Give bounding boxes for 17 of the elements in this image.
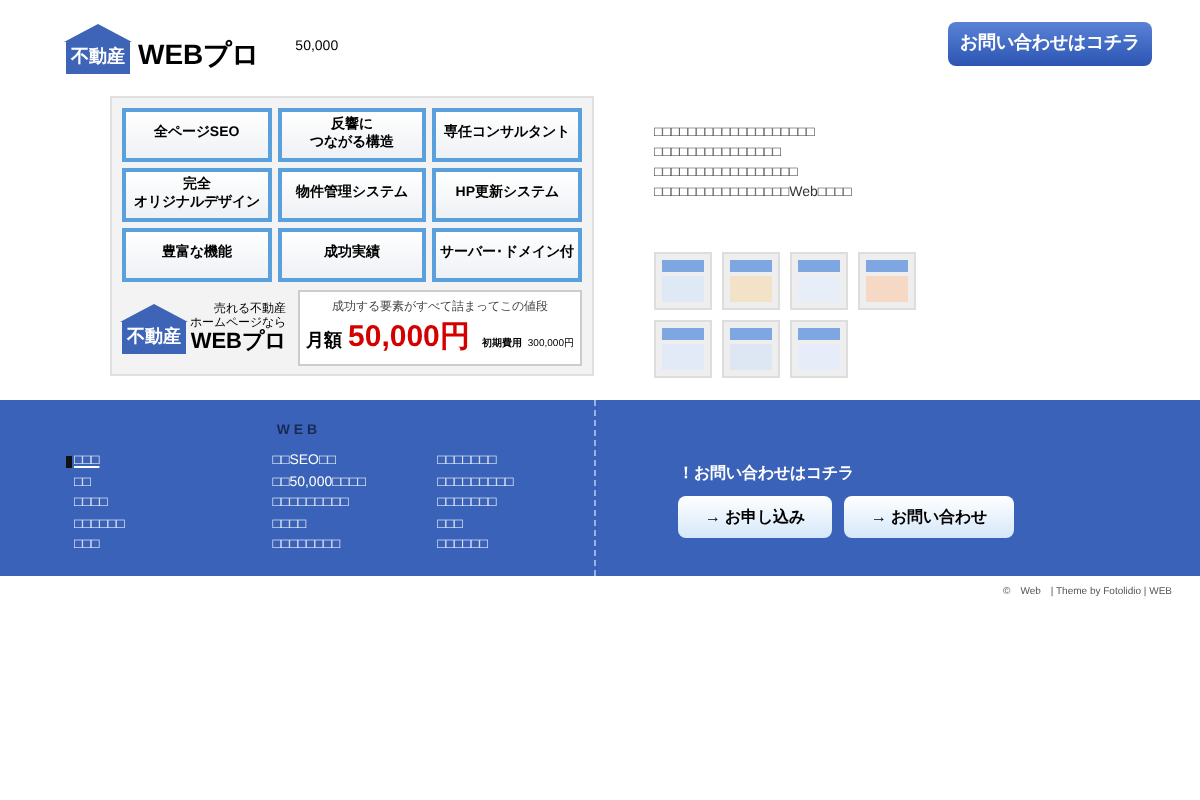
thumbnail-image[interactable] <box>858 252 916 310</box>
thumbnail-image[interactable] <box>790 320 848 378</box>
thumbnail-image[interactable] <box>654 320 712 378</box>
logo-text: WEBプロ <box>190 331 286 353</box>
monthly-price: 50,000円 <box>348 322 470 353</box>
thumbnail-image[interactable] <box>722 252 780 310</box>
monthly-label: 月額 <box>306 328 343 355</box>
house-logo: 不動産 <box>122 303 186 353</box>
thumbnail-image[interactable] <box>790 252 848 310</box>
contact-button[interactable]: お問い合わせはコチラ <box>948 22 1152 66</box>
contact-heading: ！お問い合わせはコチラ <box>678 462 856 486</box>
logo-text: WEBプロ <box>138 39 260 67</box>
thumbnail-image[interactable] <box>722 320 780 378</box>
contact-action-button[interactable]: → お問い合わせ <box>844 496 1014 538</box>
contact-action-button[interactable]: → お申し込み <box>678 496 832 538</box>
thumbnail-image[interactable] <box>654 252 712 310</box>
house-logo: 不動産 <box>66 23 130 73</box>
